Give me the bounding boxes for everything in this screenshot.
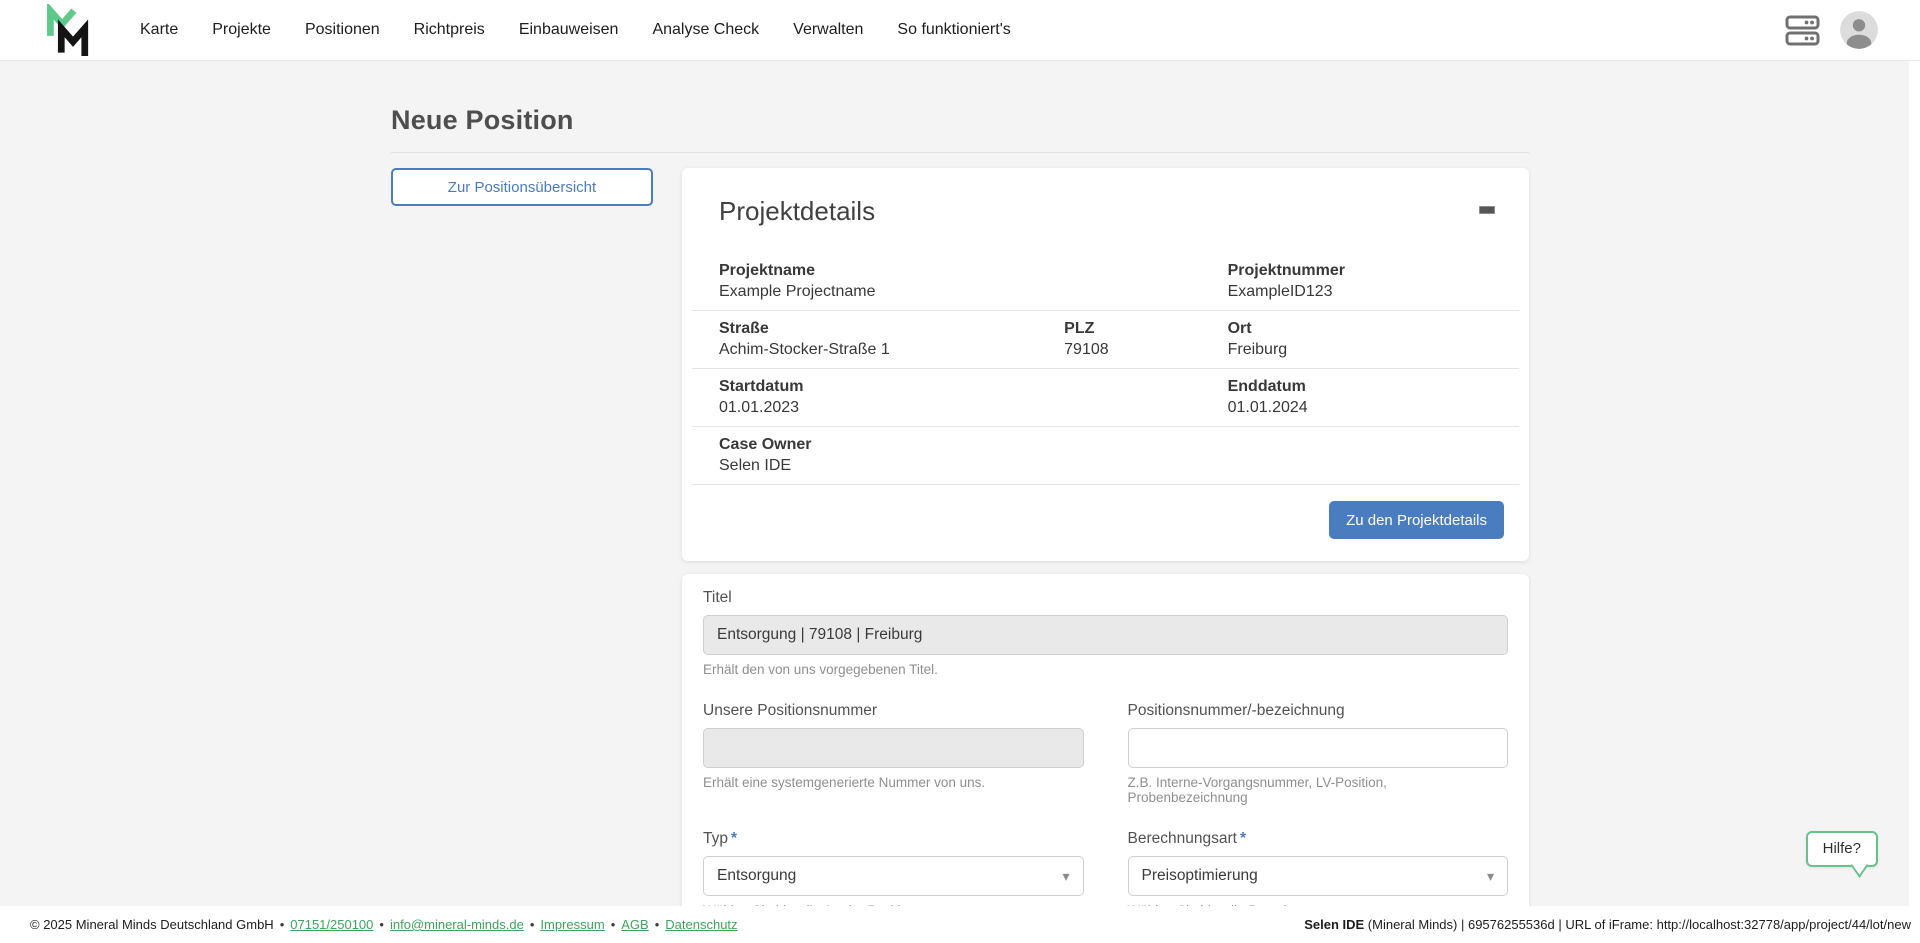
- chevron-down-icon: ▾: [1062, 867, 1070, 884]
- titel-helper: Erhält den von uns vorgegebenen Titel.: [703, 662, 938, 677]
- table-row: Projektname Example Projectname Projektn…: [692, 253, 1519, 310]
- nav-item-projekte[interactable]: Projekte: [212, 21, 271, 39]
- unsere-positionsnummer-group: Unsere Positionsnummer Erhält eine syste…: [703, 702, 1084, 805]
- footer-separator: •: [379, 917, 384, 932]
- projektnummer-label: Projektnummer: [1227, 262, 1345, 279]
- project-details-table: Projektname Example Projectname Projektn…: [692, 253, 1519, 485]
- collapse-minus-icon[interactable]: [1479, 206, 1495, 214]
- project-details-card: Projektdetails Projektname Example Proje…: [682, 168, 1529, 561]
- typ-select[interactable]: Entsorgung ▾: [703, 856, 1084, 896]
- strasse-value: Achim-Stocker-Straße 1: [719, 341, 890, 358]
- plz-value: 79108: [1064, 341, 1109, 358]
- ort-value: Freiburg: [1227, 341, 1288, 358]
- main-nav: Karte Projekte Positionen Richtpreis Ein…: [140, 21, 1011, 39]
- required-asterisk: *: [1239, 830, 1246, 847]
- footer-left: © 2025 Mineral Minds Deutschland GmbH • …: [30, 917, 738, 932]
- main-content: Neue Position Zur Positionsübersicht Pro…: [0, 61, 1920, 943]
- mineral-minds-logo-icon[interactable]: [42, 4, 94, 56]
- case-owner-label: Case Owner: [719, 436, 812, 453]
- nav-item-verwalten[interactable]: Verwalten: [793, 21, 863, 39]
- nav-item-einbauweisen[interactable]: Einbauweisen: [519, 21, 619, 39]
- navbar-right: [1785, 11, 1878, 49]
- titel-label: Titel: [703, 589, 732, 606]
- title-divider: [391, 152, 1529, 153]
- footer-email-link[interactable]: info@mineral-minds.de: [390, 917, 524, 932]
- page-title: Neue Position: [391, 105, 574, 135]
- footer-agb-link[interactable]: AGB: [621, 917, 648, 932]
- typ-select-value: Entsorgung: [717, 867, 797, 884]
- plz-label: PLZ: [1064, 320, 1095, 337]
- footer-datenschutz-link[interactable]: Datenschutz: [665, 917, 737, 932]
- footer-phone-link[interactable]: 07151/250100: [290, 917, 373, 932]
- positionsnummer-label: Positionsnummer/-bezeichnung: [1127, 702, 1345, 719]
- table-row: Startdatum 01.01.2023 Enddatum 01.01.202…: [692, 368, 1519, 426]
- enddatum-label: Enddatum: [1227, 378, 1306, 395]
- typ-label: Typ *: [703, 830, 738, 847]
- projektname-value: Example Projectname: [719, 283, 876, 300]
- positionsnummer-group: Positionsnummer/-bezeichnung Z.B. Intern…: [1127, 702, 1508, 805]
- session-user: Selen IDE: [1304, 917, 1365, 932]
- berechnungsart-select[interactable]: Preisoptimierung ▾: [1127, 856, 1508, 896]
- positions-overview-button[interactable]: Zur Positionsübersicht: [391, 168, 653, 206]
- nav-item-so-funktionierts[interactable]: So funktioniert's: [897, 21, 1010, 39]
- project-details-title: Projektdetails: [719, 196, 876, 226]
- session-details: (Mineral Minds) | 69576255536d | URL of …: [1364, 917, 1911, 932]
- footer-separator: •: [279, 917, 285, 932]
- help-button[interactable]: Hilfe?: [1805, 831, 1878, 867]
- scrollbar-track[interactable]: [1909, 61, 1920, 906]
- titel-input: [703, 615, 1508, 655]
- startdatum-label: Startdatum: [719, 378, 804, 395]
- table-row: Case Owner Selen IDE: [692, 426, 1519, 485]
- ort-label: Ort: [1227, 320, 1252, 337]
- startdatum-value: 01.01.2023: [719, 399, 800, 416]
- required-asterisk: *: [730, 830, 738, 847]
- nav-item-karte[interactable]: Karte: [140, 21, 178, 39]
- nav-item-richtpreis[interactable]: Richtpreis: [414, 21, 485, 39]
- typ-group: Typ* Entsorgung ▾ Wählen Sie hier die Ar…: [703, 830, 1084, 918]
- berechnungsart-group: Berechnungsart* Preisoptimierung ▾ Wähle…: [1127, 830, 1508, 918]
- case-owner-value: Selen IDE: [719, 457, 792, 474]
- projektname-label: Projektname: [719, 262, 816, 279]
- positionsnummer-input[interactable]: [1127, 728, 1508, 768]
- berechnungsart-label: Berechnungsart *: [1127, 830, 1246, 847]
- positionsnummer-helper: Z.B. Interne-Vorgangsnummer, LV-Position…: [1127, 775, 1387, 805]
- nav-item-positionen[interactable]: Positionen: [305, 21, 380, 39]
- footer-impressum-link[interactable]: Impressum: [540, 917, 604, 932]
- projektnummer-value: ExampleID123: [1227, 283, 1333, 300]
- go-to-project-details-button[interactable]: Zu den Projektdetails: [1329, 501, 1504, 539]
- unsere-positionsnummer-input: [703, 728, 1084, 768]
- copyright-text: © 2025 Mineral Minds Deutschland GmbH: [30, 917, 274, 932]
- footer-separator: •: [529, 917, 535, 932]
- unsere-positionsnummer-helper: Erhält eine systemgenerierte Nummer von …: [703, 775, 986, 790]
- left-column: Zur Positionsübersicht: [391, 168, 653, 206]
- new-position-form-card: Titel Erhält den von uns vorgegebenen Ti…: [682, 574, 1529, 943]
- enddatum-value: 01.01.2024: [1227, 399, 1308, 416]
- server-icon[interactable]: [1785, 15, 1820, 46]
- user-avatar-icon[interactable]: [1840, 11, 1878, 49]
- nav-item-analyse-check[interactable]: Analyse Check: [652, 21, 759, 39]
- unsere-positionsnummer-label: Unsere Positionsnummer: [703, 702, 878, 719]
- footer-separator: •: [654, 917, 660, 932]
- logo-svg: [47, 4, 89, 56]
- right-column: Projektdetails Projektname Example Proje…: [682, 168, 1529, 943]
- titel-group: Titel Erhält den von uns vorgegebenen Ti…: [703, 589, 1508, 677]
- table-row: Straße Achim-Stocker-Straße 1 PLZ 79108 …: [692, 310, 1519, 368]
- chevron-down-icon: ▾: [1486, 867, 1494, 884]
- page-footer: © 2025 Mineral Minds Deutschland GmbH • …: [0, 906, 1920, 943]
- footer-separator: •: [610, 917, 616, 932]
- top-navbar: Karte Projekte Positionen Richtpreis Ein…: [0, 0, 1920, 61]
- footer-session-info: Selen IDE (Mineral Minds) | 69576255536d…: [1304, 917, 1911, 932]
- strasse-label: Straße: [719, 320, 769, 337]
- berechnungsart-select-value: Preisoptimierung: [1141, 867, 1258, 884]
